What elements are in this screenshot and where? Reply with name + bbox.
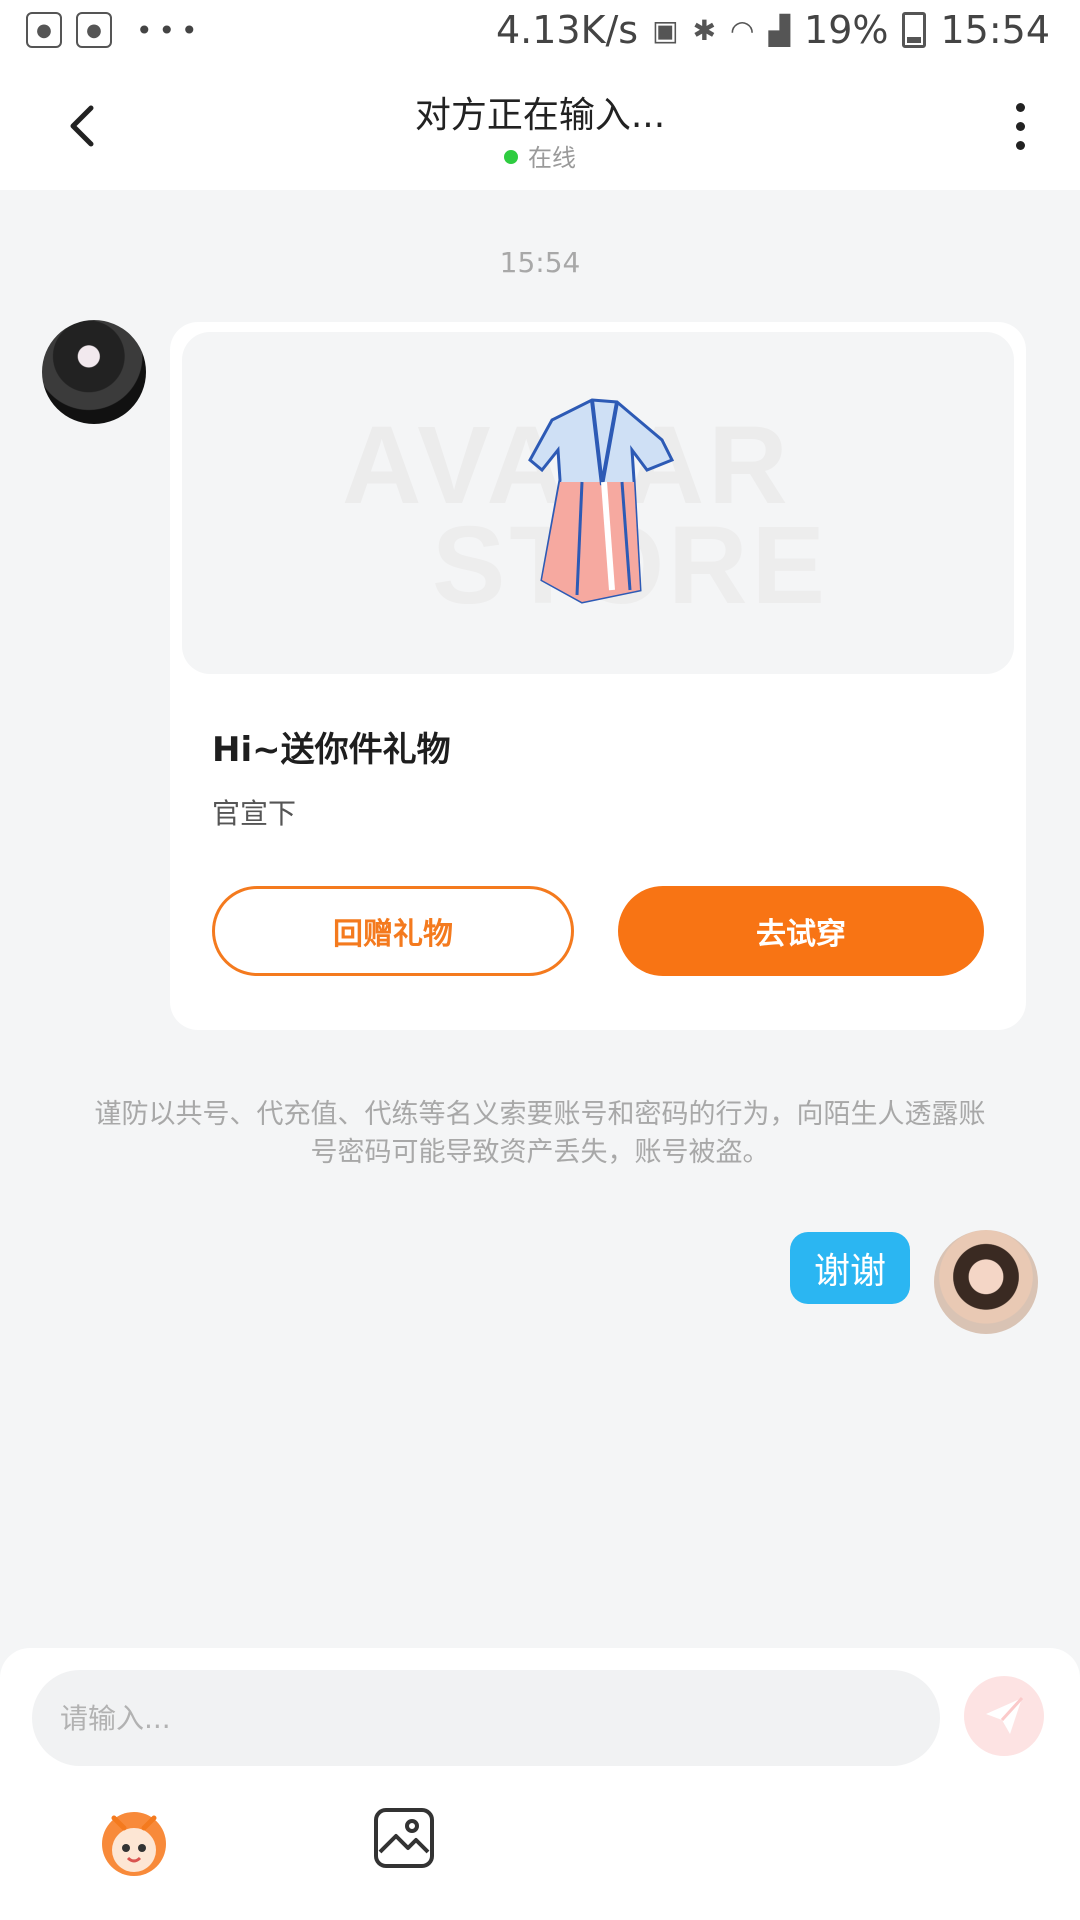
status-left-icons: ● ● ••• [26, 12, 204, 48]
security-warning: 谨防以共号、代充值、代练等名义索要账号和密码的行为，向陌生人透露账号密码可能导致… [94, 1099, 986, 1168]
status-right: 4.13K/s ▣ ✱ ◠ ▟ 19% 15:54 [496, 8, 1050, 52]
contact-avatar[interactable] [42, 320, 146, 424]
gift-card[interactable]: AVATAR STORE Hi~送你件礼物 官宣下 回赠礼物 去试穿 [170, 322, 1026, 1030]
self-message-bubble[interactable]: 谢谢 [789, 1232, 910, 1304]
message-timestamp: 15:54 [499, 246, 581, 279]
dot [1015, 140, 1025, 150]
mascot-sticker-icon [102, 1812, 166, 1876]
battery-icon [902, 12, 927, 48]
signal-icon: ▟ [768, 13, 791, 47]
self-message-text: 谢谢 [813, 1251, 886, 1292]
battery-percent: 19% [804, 8, 889, 52]
send-icon [986, 1696, 1024, 1734]
return-gift-button[interactable]: 回赠礼物 [212, 886, 574, 976]
bluetooth-icon: ✱ [692, 13, 717, 47]
battery-saver-icon: ▣ [652, 13, 679, 47]
network-speed: 4.13K/s [495, 8, 639, 52]
online-dot-icon [504, 150, 518, 164]
self-avatar[interactable] [934, 1230, 1038, 1334]
message-input[interactable] [32, 1670, 940, 1766]
dress-icon [528, 398, 675, 604]
status-time: 15:54 [940, 8, 1050, 52]
send-button[interactable] [964, 1676, 1044, 1756]
image-icon [378, 1819, 430, 1854]
gift-image[interactable]: AVATAR STORE [182, 332, 1014, 674]
gift-title: Hi~送你件礼物 [212, 730, 451, 770]
online-label: 在线 [528, 144, 576, 172]
baidu-icon: ● [76, 12, 112, 48]
more-options-button[interactable] [1000, 96, 1040, 156]
baidu-icon: ● [26, 12, 62, 48]
dot [1015, 102, 1025, 112]
try-on-button[interactable]: 去试穿 [618, 886, 984, 976]
more-notifications-icon: ••• [136, 13, 204, 47]
gift-subtitle: 官宣下 [212, 797, 297, 830]
status-bar: ● ● ••• 4.13K/s ▣ ✱ ◠ ▟ 19% 15:54 [0, 0, 1080, 66]
chat-header: 对方正在输入... 在线 [0, 66, 1080, 190]
wifi-icon: ◠ [730, 13, 755, 47]
chat-title: 对方正在输入... [414, 95, 666, 136]
image-picker-button[interactable] [374, 1808, 434, 1868]
sticker-button[interactable] [96, 1804, 172, 1880]
online-status: 在线 [0, 138, 1080, 173]
dot [1015, 121, 1025, 131]
input-bar [0, 1648, 1080, 1920]
